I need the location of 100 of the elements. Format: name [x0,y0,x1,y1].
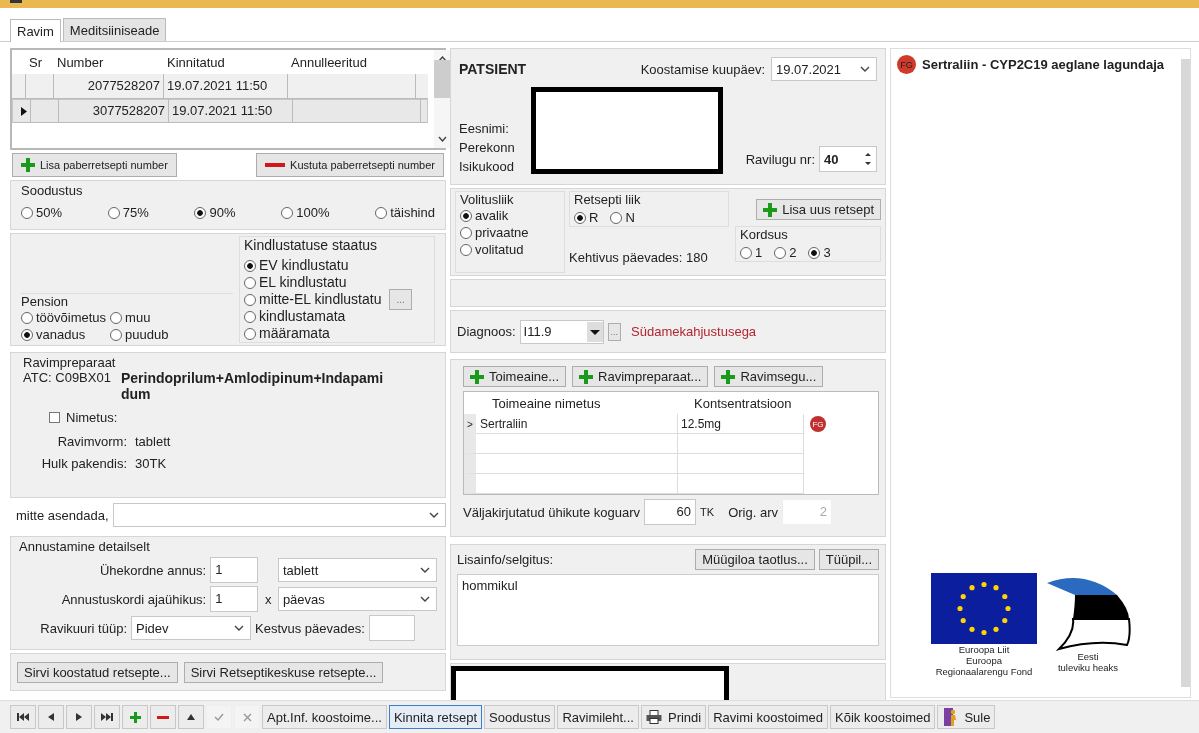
toolbar-button[interactable]: Kõik koostoimed [830,705,936,729]
radio-option[interactable]: volitatud [460,241,560,258]
radio-option[interactable]: kindlustamata [244,308,382,325]
notes-field[interactable]: hommikul [457,574,879,646]
toolbar-icon-button[interactable] [150,705,176,729]
radio-option[interactable]: privaatne [460,224,560,241]
tab[interactable]: Meditsiiniseade [62,18,167,41]
scrollbar[interactable] [434,50,450,148]
toolbar-button[interactable]: Soodustus [484,705,556,729]
radio-option[interactable]: puudub [110,326,169,343]
add-button[interactable]: Ravimsegu... [714,366,824,387]
radio-option[interactable]: 100% [281,204,330,221]
add-prescription-button[interactable]: Lisa uus retsept [756,199,881,220]
toolbar-icon-button[interactable] [178,705,204,729]
course-dropdown[interactable]: Pidev [131,616,251,640]
radio-option[interactable]: 2 [774,244,797,261]
input-field[interactable] [368,615,415,641]
radio-option[interactable]: vanadus [21,326,107,343]
radio-option[interactable]: 75% [107,204,149,221]
close-icon [242,712,252,722]
add-button[interactable]: Ravimpreparaat... [572,366,709,387]
window-menu-icon[interactable] [10,0,22,4]
date-dropdown[interactable]: 19.07.2021 [771,57,877,81]
input-field[interactable]: 1 [210,586,259,612]
radio-option[interactable]: 90% [194,204,236,221]
column-header[interactable]: Kontsentratsioon [686,395,812,411]
field-label: Kestvus päevades: [255,620,365,636]
column-header[interactable]: Kinnitatud [164,54,288,70]
column-header[interactable]: Toimeaine nimetus [484,395,686,411]
add-button[interactable]: Toimeaine... [463,366,567,387]
toolbar-button[interactable]: Sule [937,705,996,729]
radio-option[interactable]: muu [110,309,169,326]
column-header[interactable]: Sr [26,54,54,70]
column-header[interactable]: Number [54,54,164,70]
input-field[interactable]: 1 [210,557,259,583]
toolbar-button[interactable]: Ravimi koostoimed [708,705,829,729]
field-label: Koostamise kuupäev: [640,61,765,77]
logo-caption: Euroopa [966,655,1002,666]
browse-button[interactable]: Sirvi Retseptikeskuse retsepte... [183,661,384,683]
radio-option[interactable]: R [574,209,599,226]
group-title: Volitusliik [460,192,515,207]
table-row[interactable]: 3077528207 19.07.2021 11:50 [12,99,428,123]
first-record-icon [17,713,29,721]
toolbar-button[interactable]: Kinnita retsept [388,705,482,729]
logo-caption: tuleviku heaks [1057,662,1119,673]
plus-icon [579,369,594,384]
toolbar-icon-button[interactable] [38,705,64,729]
toolbar-button[interactable]: Kustuta paberretsepti number [256,153,444,177]
radio-option[interactable]: EL kindlustatu [244,274,382,291]
browse-button[interactable]: Sirvi koostatud retsepte... [17,661,178,683]
radio-option[interactable]: 50% [21,204,63,221]
diagnosis-description: Südamekahjustusega [631,324,757,339]
group-title: Annustamine detailselt [19,539,151,554]
period-dropdown[interactable]: päevas [277,587,437,611]
tab[interactable]: Ravim [10,19,61,42]
number-spinner[interactable]: 40 [819,146,877,172]
quantity-field[interactable]: 60 [644,499,697,525]
more-button[interactable]: ... [389,289,412,310]
table-row[interactable]: 2077528207 19.07.2021 11:50 [12,74,428,99]
dialog-button[interactable]: Tüüpil... [818,549,879,570]
toolbar-icon-button[interactable] [66,705,92,729]
toolbar-button[interactable]: Ravimileht... [557,705,639,729]
group-title: Ravimpreparaat [23,355,117,370]
scroll-down-icon[interactable] [437,136,447,142]
scrollbar[interactable] [1181,59,1190,687]
dialog-button[interactable]: Müügiloa taotlus... [695,549,815,570]
toolbar-button[interactable]: Apt.Inf. koostoime... [262,705,387,729]
radio-option[interactable]: määramata [244,325,382,342]
toolbar-button[interactable]: Lisa paberretsepti number [12,153,177,177]
caret-icon [234,625,244,631]
diagnosis-combo[interactable]: I11.9 [519,319,604,344]
group-title: Pension [21,294,69,309]
next-icon [76,713,82,721]
radio-option[interactable]: N [610,209,635,226]
toolbar-icon-button[interactable] [94,705,120,729]
group-title: Soodustus [21,183,84,198]
radio-option[interactable]: mitte-EL kindlustatu [244,291,382,308]
door-figure-icon [942,708,959,726]
toolbar-button[interactable]: Prindi [640,705,707,729]
field-label: Isikukood [459,159,515,174]
name-checkbox[interactable]: Nimetus: [49,410,433,425]
table-cell: 19.07.2021 11:50 [169,99,293,123]
radio-option[interactable]: EV kindlustatu [244,257,382,274]
plus-icon [129,711,141,723]
more-button[interactable]: ... [607,322,622,341]
field-label: Ühekordne annus: [98,562,207,578]
caret-icon [860,66,870,72]
column-header[interactable]: Annulleeritud [288,54,416,70]
plus-icon [470,369,484,384]
unit-dropdown[interactable]: tablett [277,558,437,582]
radio-option[interactable]: täishind [375,204,435,221]
radio-option[interactable]: töövõimetus [21,309,107,326]
radio-option[interactable]: 3 [808,244,831,261]
field-label: Orig. arv [728,504,778,520]
toolbar-icon-button[interactable] [10,705,36,729]
field-label: Ravikuuri tüüp: [39,620,127,636]
radio-option[interactable]: 1 [740,244,763,261]
unit-label: TK [700,506,715,518]
row-pointer-icon [20,106,27,116]
radio-option[interactable]: avalik [460,207,560,224]
